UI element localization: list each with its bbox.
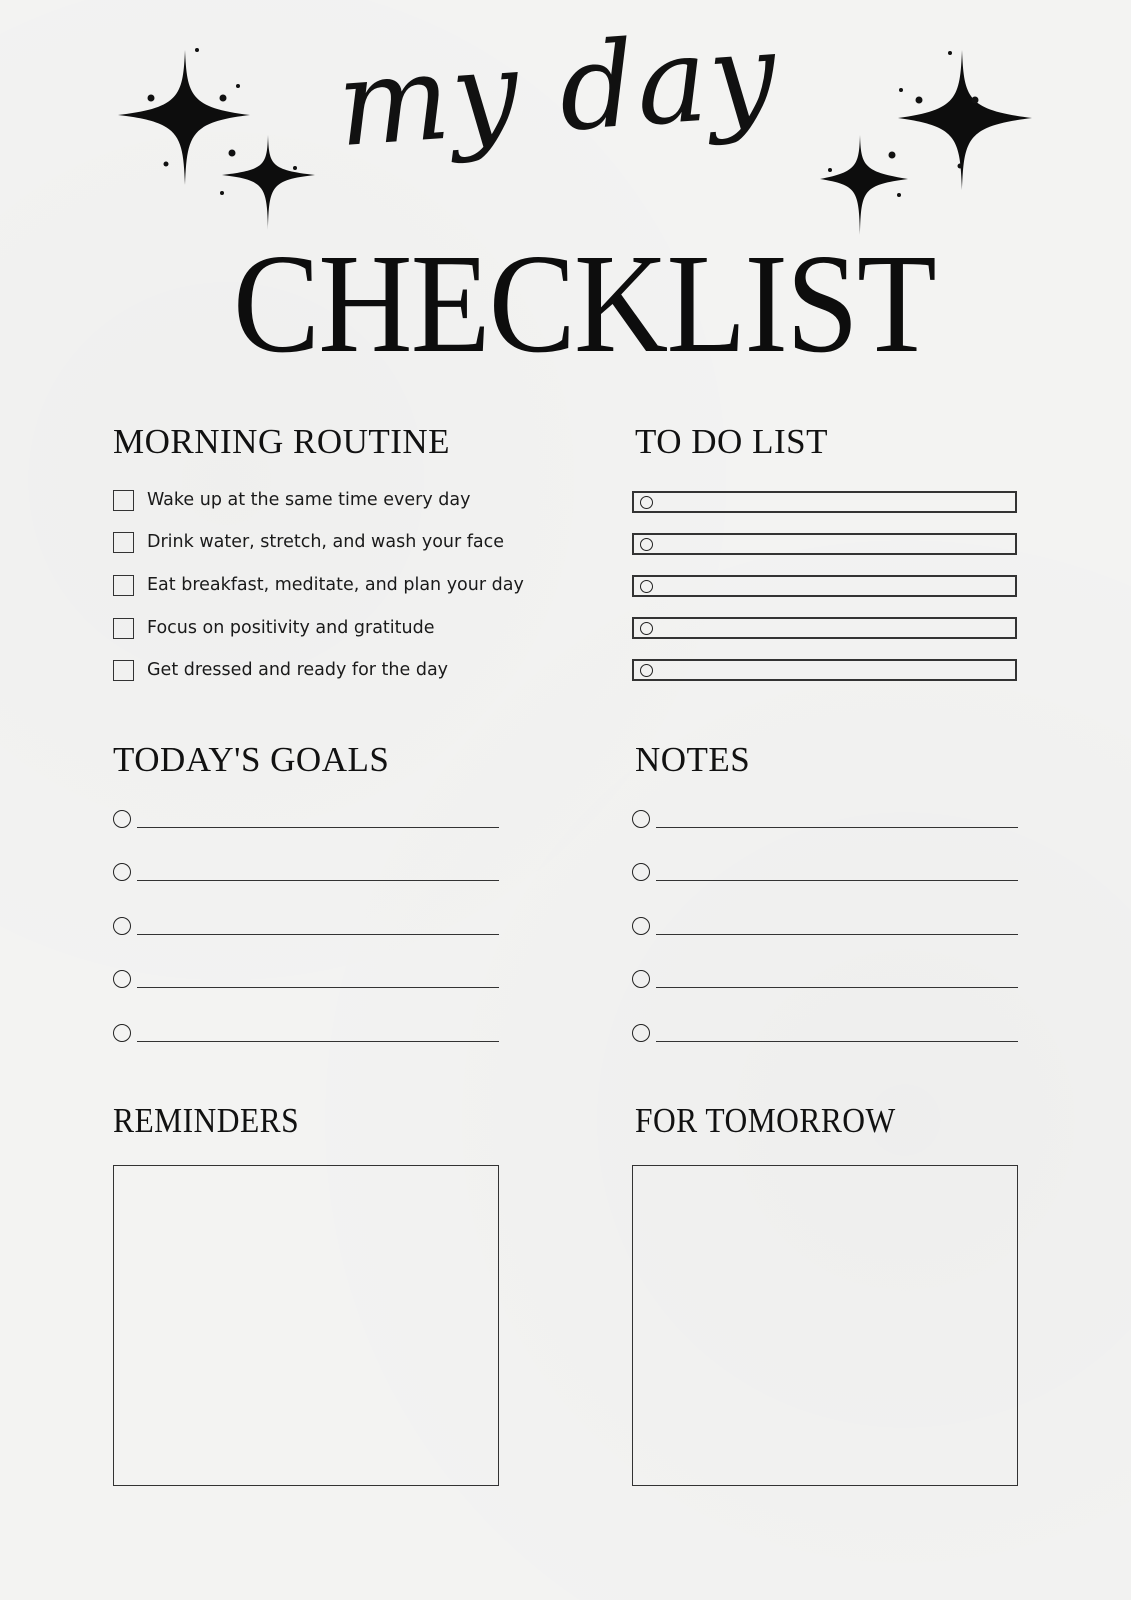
todo-circle-icon[interactable] bbox=[640, 663, 653, 677]
note-circle-icon[interactable] bbox=[632, 1024, 650, 1042]
note-item[interactable] bbox=[632, 808, 1020, 832]
goal-circle-icon[interactable] bbox=[113, 810, 131, 828]
goal-circle-icon[interactable] bbox=[113, 863, 131, 881]
sparkle-dot bbox=[220, 191, 224, 195]
note-item[interactable] bbox=[632, 1022, 1020, 1046]
routine-item: Focus on positivity and gratitude bbox=[113, 616, 435, 640]
todo-list-heading: TO DO LIST bbox=[635, 422, 828, 461]
routine-checkbox[interactable] bbox=[113, 574, 134, 596]
routine-item-label: Focus on positivity and gratitude bbox=[147, 618, 435, 638]
note-circle-icon[interactable] bbox=[632, 810, 650, 828]
goal-circle-icon[interactable] bbox=[113, 970, 131, 988]
page-title: CHECKLIST bbox=[232, 224, 937, 382]
goal-item[interactable] bbox=[113, 861, 501, 885]
routine-item: Drink water, stretch, and wash your face bbox=[113, 530, 504, 554]
goal-item[interactable] bbox=[113, 1022, 501, 1046]
todo-item-field[interactable] bbox=[632, 575, 1017, 597]
todo-circle-icon[interactable] bbox=[640, 621, 653, 635]
routine-item: Get dressed and ready for the day bbox=[113, 658, 448, 682]
note-circle-icon[interactable] bbox=[632, 863, 650, 881]
note-line[interactable] bbox=[656, 1041, 1018, 1042]
note-line[interactable] bbox=[656, 827, 1018, 828]
routine-checkbox[interactable] bbox=[113, 531, 134, 553]
sparkle-dot bbox=[897, 193, 901, 197]
todo-circle-icon[interactable] bbox=[640, 579, 653, 593]
goal-line[interactable] bbox=[137, 934, 499, 935]
goal-circle-icon[interactable] bbox=[113, 1024, 131, 1042]
note-item[interactable] bbox=[632, 968, 1020, 992]
routine-item-label: Wake up at the same time every day bbox=[147, 490, 471, 510]
routine-checkbox[interactable] bbox=[113, 489, 134, 511]
goal-circle-icon[interactable] bbox=[113, 917, 131, 935]
routine-checkbox[interactable] bbox=[113, 617, 134, 639]
goal-item[interactable] bbox=[113, 968, 501, 992]
reminders-heading: REMINDERS bbox=[113, 1101, 300, 1140]
todo-item-field[interactable] bbox=[632, 659, 1017, 681]
note-item[interactable] bbox=[632, 915, 1020, 939]
goal-item[interactable] bbox=[113, 915, 501, 939]
goal-line[interactable] bbox=[137, 880, 499, 881]
notes-heading: NOTES bbox=[635, 740, 751, 779]
todays-goals-heading: TODAY'S GOALS bbox=[113, 740, 390, 779]
routine-item-label: Eat breakfast, meditate, and plan your d… bbox=[147, 575, 524, 595]
goal-line[interactable] bbox=[137, 987, 499, 988]
routine-checkbox[interactable] bbox=[113, 659, 134, 681]
todo-item-field[interactable] bbox=[632, 617, 1017, 639]
routine-item-label: Drink water, stretch, and wash your face bbox=[147, 532, 505, 552]
reminders-box[interactable] bbox=[113, 1165, 499, 1486]
note-line[interactable] bbox=[656, 987, 1018, 988]
goal-line[interactable] bbox=[137, 1041, 499, 1042]
routine-item: Wake up at the same time every day bbox=[113, 488, 470, 512]
goal-item[interactable] bbox=[113, 808, 501, 832]
small-sparkle-icon bbox=[820, 135, 908, 235]
sparkle-dot bbox=[888, 151, 896, 159]
routine-item-label: Get dressed and ready for the day bbox=[147, 660, 449, 680]
for-tomorrow-box[interactable] bbox=[632, 1165, 1018, 1486]
routine-item: Eat breakfast, meditate, and plan your d… bbox=[113, 573, 524, 597]
morning-routine-heading: MORNING ROUTINE bbox=[113, 422, 451, 461]
note-circle-icon[interactable] bbox=[632, 917, 650, 935]
sparkle-dot bbox=[828, 168, 832, 172]
sparkle-dot bbox=[195, 48, 199, 52]
todo-circle-icon[interactable] bbox=[640, 495, 653, 509]
goal-line[interactable] bbox=[137, 827, 499, 828]
todo-item-field[interactable] bbox=[632, 491, 1017, 513]
note-item[interactable] bbox=[632, 861, 1020, 885]
note-line[interactable] bbox=[656, 880, 1018, 881]
for-tomorrow-heading: FOR TOMORROW bbox=[635, 1101, 896, 1140]
note-circle-icon[interactable] bbox=[632, 970, 650, 988]
sparkle-dot bbox=[957, 163, 963, 169]
note-line[interactable] bbox=[656, 934, 1018, 935]
todo-item-field[interactable] bbox=[632, 533, 1017, 555]
todo-circle-icon[interactable] bbox=[640, 537, 653, 551]
